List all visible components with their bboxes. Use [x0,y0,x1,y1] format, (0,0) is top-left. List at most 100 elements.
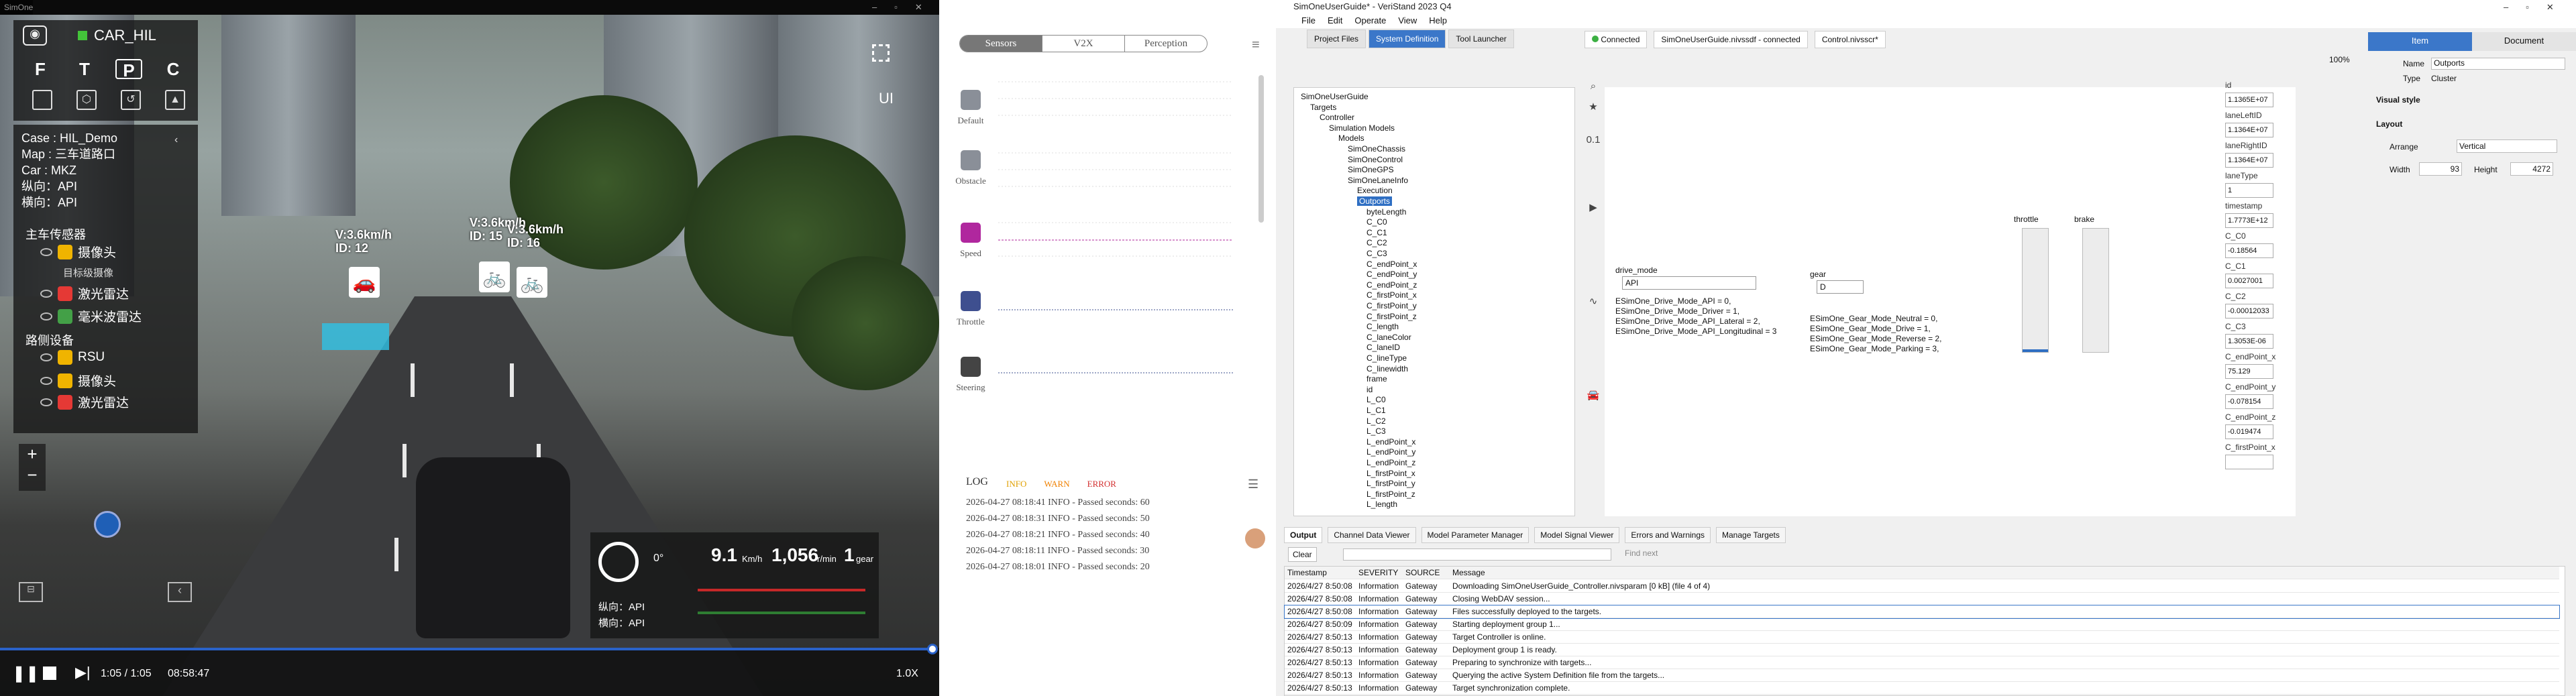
table-row[interactable]: 2026/4/27 8:50:13 Information Gateway Targe… [1285,682,2559,695]
workspace-canvas[interactable]: drive_mode API ESimOne_Drive_Mode_API = … [1605,87,2296,516]
stop-icon[interactable] [43,666,56,680]
tab-errors-warnings[interactable]: Errors and Warnings [1625,527,1711,543]
tree-item[interactable]: SimOneControl [1348,155,1403,164]
tree-item[interactable]: Execution [1357,186,1393,195]
route-icon[interactable]: ↺ [121,90,141,110]
search-icon[interactable]: ⌕ [1586,80,1601,95]
map-icon[interactable]: ▲ [165,90,185,110]
tab-document[interactable]: Document [2472,32,2576,51]
collapse-icon[interactable]: ‹ [174,134,178,146]
prop-value[interactable]: 1 [2225,183,2273,198]
clear-button[interactable]: Clear [1288,547,1317,562]
fullscreen-icon[interactable] [872,44,890,62]
speed-sensor-icon[interactable] [961,223,981,243]
mode-p-button[interactable]: P [115,59,142,80]
eye-icon[interactable]: ◉ [23,25,47,46]
prop-value[interactable]: 1.1364E+07 [2225,123,2273,137]
menu-file[interactable]: File [1301,13,1316,28]
minimize-icon[interactable]: – [872,0,877,15]
table-row[interactable]: 2026/4/27 8:50:08 Information Gateway Downl… [1285,580,2559,593]
tree-item[interactable]: C_endPoint_x [1366,259,1417,269]
tree-item[interactable]: C_lineType [1366,353,1407,363]
tab-item[interactable]: Item [2368,32,2472,51]
table-row[interactable]: 2026/4/27 8:50:08 Information Gateway Files… [1284,605,2560,619]
mode-c-button[interactable]: C [160,59,186,79]
tab-v2x[interactable]: V2X [1042,36,1125,52]
filter-icon[interactable]: ☰ [1248,477,1258,491]
tree-item[interactable]: id [1366,385,1373,394]
gear-select[interactable]: D [1817,280,1864,294]
prop-value[interactable]: -0.18564 [2225,243,2273,258]
tree-item[interactable]: L_endPoint_x [1366,437,1415,447]
tree-item[interactable]: SimOneChassis [1348,144,1405,154]
menu-operate[interactable]: Operate [1354,13,1386,28]
prop-value[interactable]: 75.129 [2225,364,2273,379]
tree-item[interactable]: L_C3 [1366,426,1386,436]
play-speed[interactable]: 1.0X [896,668,918,680]
tree-item[interactable]: Targets [1310,103,1336,112]
tab-sdf[interactable]: SimOneUserGuide.nivssdf - connected [1654,31,1808,48]
zoom-level[interactable]: 100% [2329,55,2350,64]
prop-value[interactable] [2225,455,2273,469]
graph-icon[interactable]: ∿ [1586,295,1601,310]
tree-item[interactable]: C_linewidth [1366,364,1408,373]
layout-icon[interactable]: ⊟ [19,582,43,602]
steering-sensor-icon[interactable] [961,357,981,377]
mode-t-button[interactable]: T [71,59,98,79]
tab-perception[interactable]: Perception [1125,36,1207,52]
tree-item[interactable]: L_length [1366,500,1397,509]
log-tab-error[interactable]: ERROR [1087,479,1116,489]
table-row[interactable]: 2026/4/27 8:50:13 Information Gateway Targe… [1285,631,2559,644]
back-icon[interactable]: ‹ [168,582,192,602]
tree-item[interactable]: L_C0 [1366,395,1386,404]
find-input[interactable] [1343,548,1611,561]
mode-f-button[interactable]: F [27,59,54,79]
prop-value[interactable]: 1.1365E+07 [2225,93,2273,107]
menu-edit[interactable]: Edit [1328,13,1342,28]
prop-value[interactable]: -0.00012033 [2225,304,2273,318]
tab-sensors[interactable]: Sensors [960,36,1042,52]
tree-item[interactable]: L_firstPoint_z [1366,489,1415,499]
tab-output[interactable]: Output [1284,527,1323,543]
obstacle-sensor-icon[interactable] [961,150,981,170]
tree-item[interactable]: C_C3 [1366,249,1387,258]
tree-item[interactable]: L_endPoint_z [1366,458,1415,467]
drive-mode-select[interactable]: API [1622,276,1756,290]
zoom-out-icon[interactable]: − [19,465,46,485]
table-row[interactable]: 2026/4/27 8:50:13 Information Gateway Prepa… [1285,656,2559,669]
prop-value[interactable]: 1.1364E+07 [2225,153,2273,168]
tree-item[interactable]: SimOneUserGuide [1301,92,1368,101]
tree-item[interactable]: C_C2 [1366,238,1387,247]
tree-item[interactable]: C_firstPoint_z [1366,312,1417,321]
road-lidar[interactable]: 激光雷达 [40,393,129,411]
tree-item[interactable]: SimOneLaneInfo [1348,176,1408,185]
car-icon[interactable]: 🚘 [1586,389,1601,404]
height-field[interactable]: 4272 [2510,162,2553,176]
tab-manage-targets[interactable]: Manage Targets [1716,527,1786,543]
prop-value[interactable]: 1.7773E+12 [2225,213,2273,228]
tab-tool-launcher[interactable]: Tool Launcher [1448,30,1514,48]
maximize-icon[interactable]: ▫ [894,0,898,15]
tree-item[interactable]: C_length [1366,322,1399,331]
tree-item[interactable]: SimOneGPS [1348,165,1394,174]
scene-viewport[interactable]: V:3.6km/h ID: 12 V:3.6km/h ID: 15 V:3.6km/… [0,15,939,696]
menu-help[interactable]: Help [1429,13,1447,28]
road-camera[interactable]: 摄像头 [40,371,116,390]
close-icon[interactable]: ✕ [2546,0,2554,15]
step-icon[interactable]: ▶| [75,664,91,681]
zoom-in-icon[interactable]: + [19,444,46,465]
star-icon[interactable]: ★ [1586,101,1601,115]
tree-item[interactable]: L_firstPoint_y [1366,479,1415,488]
sensor-camera[interactable]: 摄像头 [40,243,116,261]
pause-icon[interactable]: ❚❚ [12,664,39,683]
tree-item[interactable]: L_C1 [1366,406,1386,415]
ui-toggle[interactable]: UI [879,90,894,107]
tree-item[interactable]: Models [1338,133,1364,143]
menu-view[interactable]: View [1398,13,1417,28]
tab-project-files[interactable]: Project Files [1307,30,1366,48]
avatar[interactable] [1245,528,1265,548]
arrange-select[interactable]: Vertical [2457,139,2557,153]
tree-item[interactable]: C_firstPoint_x [1366,290,1417,300]
prop-value[interactable]: -0.078154 [2225,394,2273,409]
tree-item[interactable]: Simulation Models [1329,123,1395,133]
